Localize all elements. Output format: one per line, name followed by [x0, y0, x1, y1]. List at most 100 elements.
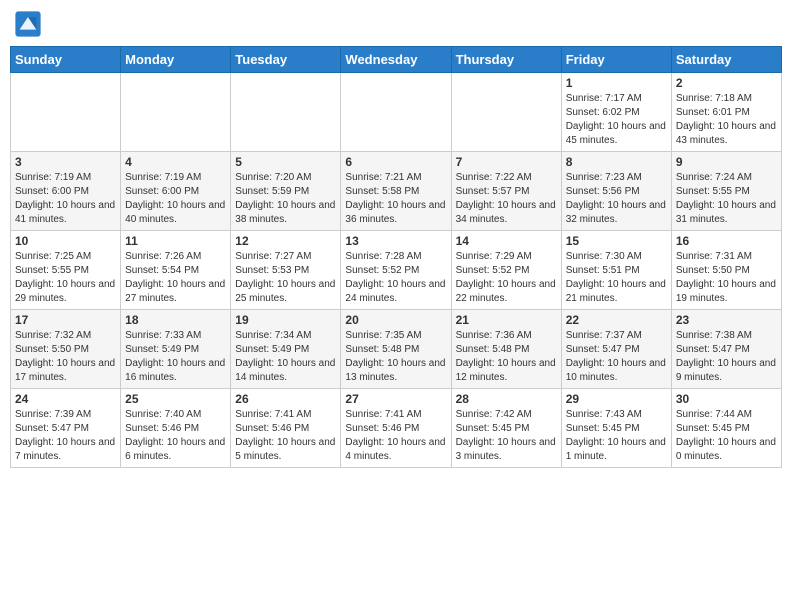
day-info: Sunrise: 7:23 AM Sunset: 5:56 PM Dayligh…	[566, 171, 667, 227]
day-info: Sunrise: 7:29 AM Sunset: 5:52 PM Dayligh…	[456, 250, 557, 306]
day-number: 9	[676, 155, 777, 169]
day-cell	[341, 73, 451, 152]
day-cell: 2 Sunrise: 7:18 AM Sunset: 6:01 PM Daylig…	[671, 73, 781, 152]
day-info: Sunrise: 7:44 AM Sunset: 5:45 PM Dayligh…	[676, 408, 777, 464]
day-number: 8	[566, 155, 667, 169]
day-info: Sunrise: 7:34 AM Sunset: 5:49 PM Dayligh…	[235, 329, 336, 385]
week-row-4: 24 Sunrise: 7:39 AM Sunset: 5:47 PM Dayli…	[11, 389, 782, 468]
day-cell: 13 Sunrise: 7:28 AM Sunset: 5:52 PM Dayli…	[341, 231, 451, 310]
day-cell: 14 Sunrise: 7:29 AM Sunset: 5:52 PM Dayli…	[451, 231, 561, 310]
day-info: Sunrise: 7:41 AM Sunset: 5:46 PM Dayligh…	[345, 408, 446, 464]
day-cell: 11 Sunrise: 7:26 AM Sunset: 5:54 PM Dayli…	[121, 231, 231, 310]
day-cell: 16 Sunrise: 7:31 AM Sunset: 5:50 PM Dayli…	[671, 231, 781, 310]
day-number: 6	[345, 155, 446, 169]
day-number: 3	[15, 155, 116, 169]
day-number: 7	[456, 155, 557, 169]
day-cell: 24 Sunrise: 7:39 AM Sunset: 5:47 PM Dayli…	[11, 389, 121, 468]
day-info: Sunrise: 7:43 AM Sunset: 5:45 PM Dayligh…	[566, 408, 667, 464]
day-number: 10	[15, 234, 116, 248]
day-cell: 6Sunrise: 7:21 AM Sunset: 5:58 PM Daylig…	[341, 152, 451, 231]
day-number: 21	[456, 313, 557, 327]
day-info: Sunrise: 7:18 AM Sunset: 6:01 PM Dayligh…	[676, 92, 777, 148]
day-cell: 17 Sunrise: 7:32 AM Sunset: 5:50 PM Dayli…	[11, 310, 121, 389]
day-number: 24	[15, 392, 116, 406]
day-number: 23	[676, 313, 777, 327]
day-info: Sunrise: 7:19 AM Sunset: 6:00 PM Dayligh…	[125, 171, 226, 227]
day-number: 2	[676, 76, 777, 90]
day-info: Sunrise: 7:22 AM Sunset: 5:57 PM Dayligh…	[456, 171, 557, 227]
day-cell	[11, 73, 121, 152]
day-info: Sunrise: 7:28 AM Sunset: 5:52 PM Dayligh…	[345, 250, 446, 306]
day-number: 17	[15, 313, 116, 327]
logo-icon	[14, 10, 42, 38]
day-number: 5	[235, 155, 336, 169]
day-number: 29	[566, 392, 667, 406]
day-cell: 7 Sunrise: 7:22 AM Sunset: 5:57 PM Daylig…	[451, 152, 561, 231]
day-number: 20	[345, 313, 446, 327]
day-cell: 4 Sunrise: 7:19 AM Sunset: 6:00 PM Daylig…	[121, 152, 231, 231]
day-number: 19	[235, 313, 336, 327]
day-number: 12	[235, 234, 336, 248]
day-number: 30	[676, 392, 777, 406]
calendar-table: SundayMondayTuesdayWednesdayThursdayFrid…	[10, 46, 782, 468]
day-number: 27	[345, 392, 446, 406]
day-cell: 30 Sunrise: 7:44 AM Sunset: 5:45 PM Dayli…	[671, 389, 781, 468]
day-cell: 22Sunrise: 7:37 AM Sunset: 5:47 PM Dayli…	[561, 310, 671, 389]
weekday-header-wednesday: Wednesday	[341, 47, 451, 73]
day-cell: 25Sunrise: 7:40 AM Sunset: 5:46 PM Dayli…	[121, 389, 231, 468]
day-cell: 20 Sunrise: 7:35 AM Sunset: 5:48 PM Dayli…	[341, 310, 451, 389]
day-cell: 28 Sunrise: 7:42 AM Sunset: 5:45 PM Dayli…	[451, 389, 561, 468]
day-number: 13	[345, 234, 446, 248]
weekday-header-thursday: Thursday	[451, 47, 561, 73]
day-cell: 23 Sunrise: 7:38 AM Sunset: 5:47 PM Dayli…	[671, 310, 781, 389]
day-info: Sunrise: 7:42 AM Sunset: 5:45 PM Dayligh…	[456, 408, 557, 464]
week-row-0: 1 Sunrise: 7:17 AM Sunset: 6:02 PM Daylig…	[11, 73, 782, 152]
day-number: 4	[125, 155, 226, 169]
day-info: Sunrise: 7:32 AM Sunset: 5:50 PM Dayligh…	[15, 329, 116, 385]
day-cell: 10Sunrise: 7:25 AM Sunset: 5:55 PM Dayli…	[11, 231, 121, 310]
page-header	[10, 10, 782, 38]
weekday-header-monday: Monday	[121, 47, 231, 73]
day-cell: 18 Sunrise: 7:33 AM Sunset: 5:49 PM Dayli…	[121, 310, 231, 389]
day-number: 18	[125, 313, 226, 327]
day-info: Sunrise: 7:17 AM Sunset: 6:02 PM Dayligh…	[566, 92, 667, 148]
week-row-1: 3 Sunrise: 7:19 AM Sunset: 6:00 PM Daylig…	[11, 152, 782, 231]
week-row-2: 10Sunrise: 7:25 AM Sunset: 5:55 PM Dayli…	[11, 231, 782, 310]
day-info: Sunrise: 7:35 AM Sunset: 5:48 PM Dayligh…	[345, 329, 446, 385]
day-cell	[121, 73, 231, 152]
day-cell: 27 Sunrise: 7:41 AM Sunset: 5:46 PM Dayli…	[341, 389, 451, 468]
weekday-header-sunday: Sunday	[11, 47, 121, 73]
weekday-header-tuesday: Tuesday	[231, 47, 341, 73]
day-number: 22	[566, 313, 667, 327]
day-cell: 3 Sunrise: 7:19 AM Sunset: 6:00 PM Daylig…	[11, 152, 121, 231]
day-number: 14	[456, 234, 557, 248]
day-info: Sunrise: 7:20 AM Sunset: 5:59 PM Dayligh…	[235, 171, 336, 227]
day-info: Sunrise: 7:19 AM Sunset: 6:00 PM Dayligh…	[15, 171, 116, 227]
day-number: 16	[676, 234, 777, 248]
day-number: 11	[125, 234, 226, 248]
day-cell	[451, 73, 561, 152]
day-number: 28	[456, 392, 557, 406]
weekday-header-row: SundayMondayTuesdayWednesdayThursdayFrid…	[11, 47, 782, 73]
day-cell: 21 Sunrise: 7:36 AM Sunset: 5:48 PM Dayli…	[451, 310, 561, 389]
day-cell: 29 Sunrise: 7:43 AM Sunset: 5:45 PM Dayli…	[561, 389, 671, 468]
day-number: 15	[566, 234, 667, 248]
day-info: Sunrise: 7:38 AM Sunset: 5:47 PM Dayligh…	[676, 329, 777, 385]
weekday-header-saturday: Saturday	[671, 47, 781, 73]
day-info: Sunrise: 7:30 AM Sunset: 5:51 PM Dayligh…	[566, 250, 667, 306]
day-info: Sunrise: 7:27 AM Sunset: 5:53 PM Dayligh…	[235, 250, 336, 306]
day-cell: 26Sunrise: 7:41 AM Sunset: 5:46 PM Dayli…	[231, 389, 341, 468]
day-info: Sunrise: 7:39 AM Sunset: 5:47 PM Dayligh…	[15, 408, 116, 464]
day-info: Sunrise: 7:36 AM Sunset: 5:48 PM Dayligh…	[456, 329, 557, 385]
day-cell: 19 Sunrise: 7:34 AM Sunset: 5:49 PM Dayli…	[231, 310, 341, 389]
day-cell: 5 Sunrise: 7:20 AM Sunset: 5:59 PM Daylig…	[231, 152, 341, 231]
day-info: Sunrise: 7:31 AM Sunset: 5:50 PM Dayligh…	[676, 250, 777, 306]
logo	[14, 10, 46, 38]
day-info: Sunrise: 7:26 AM Sunset: 5:54 PM Dayligh…	[125, 250, 226, 306]
day-info: Sunrise: 7:41 AM Sunset: 5:46 PM Dayligh…	[235, 408, 336, 464]
week-row-3: 17 Sunrise: 7:32 AM Sunset: 5:50 PM Dayli…	[11, 310, 782, 389]
day-info: Sunrise: 7:33 AM Sunset: 5:49 PM Dayligh…	[125, 329, 226, 385]
day-cell: 8 Sunrise: 7:23 AM Sunset: 5:56 PM Daylig…	[561, 152, 671, 231]
day-cell: 1 Sunrise: 7:17 AM Sunset: 6:02 PM Daylig…	[561, 73, 671, 152]
day-number: 1	[566, 76, 667, 90]
